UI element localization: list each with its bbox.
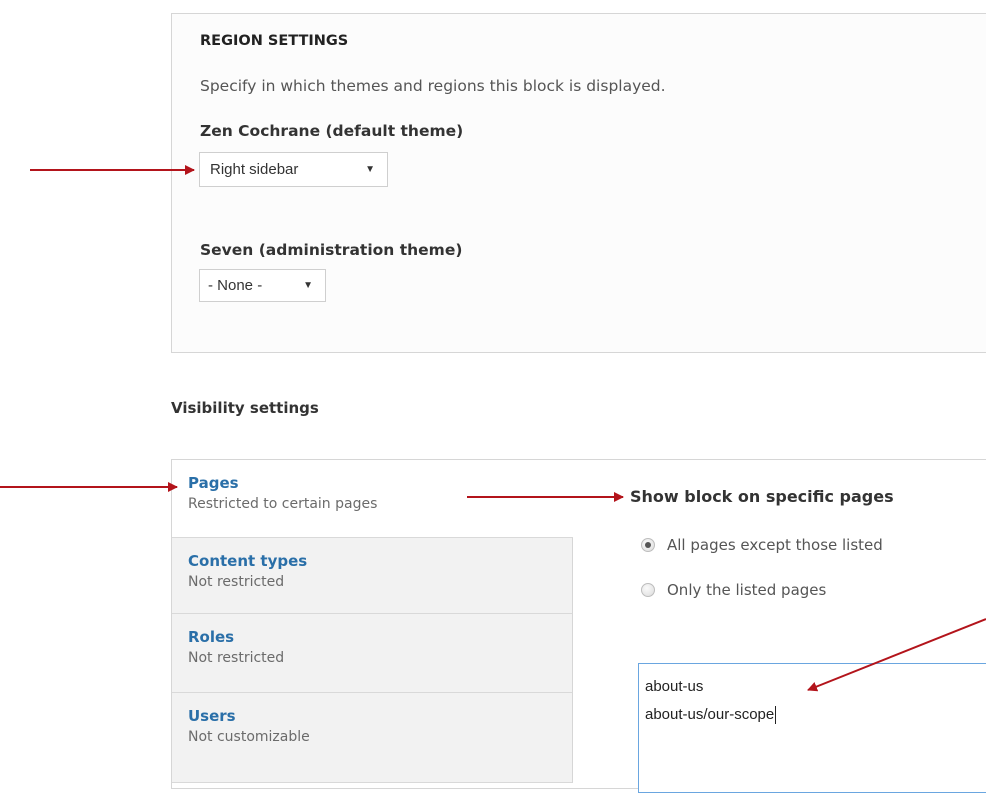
annotation-arrows: [0, 165, 986, 692]
annotation-arrow: [807, 618, 986, 692]
